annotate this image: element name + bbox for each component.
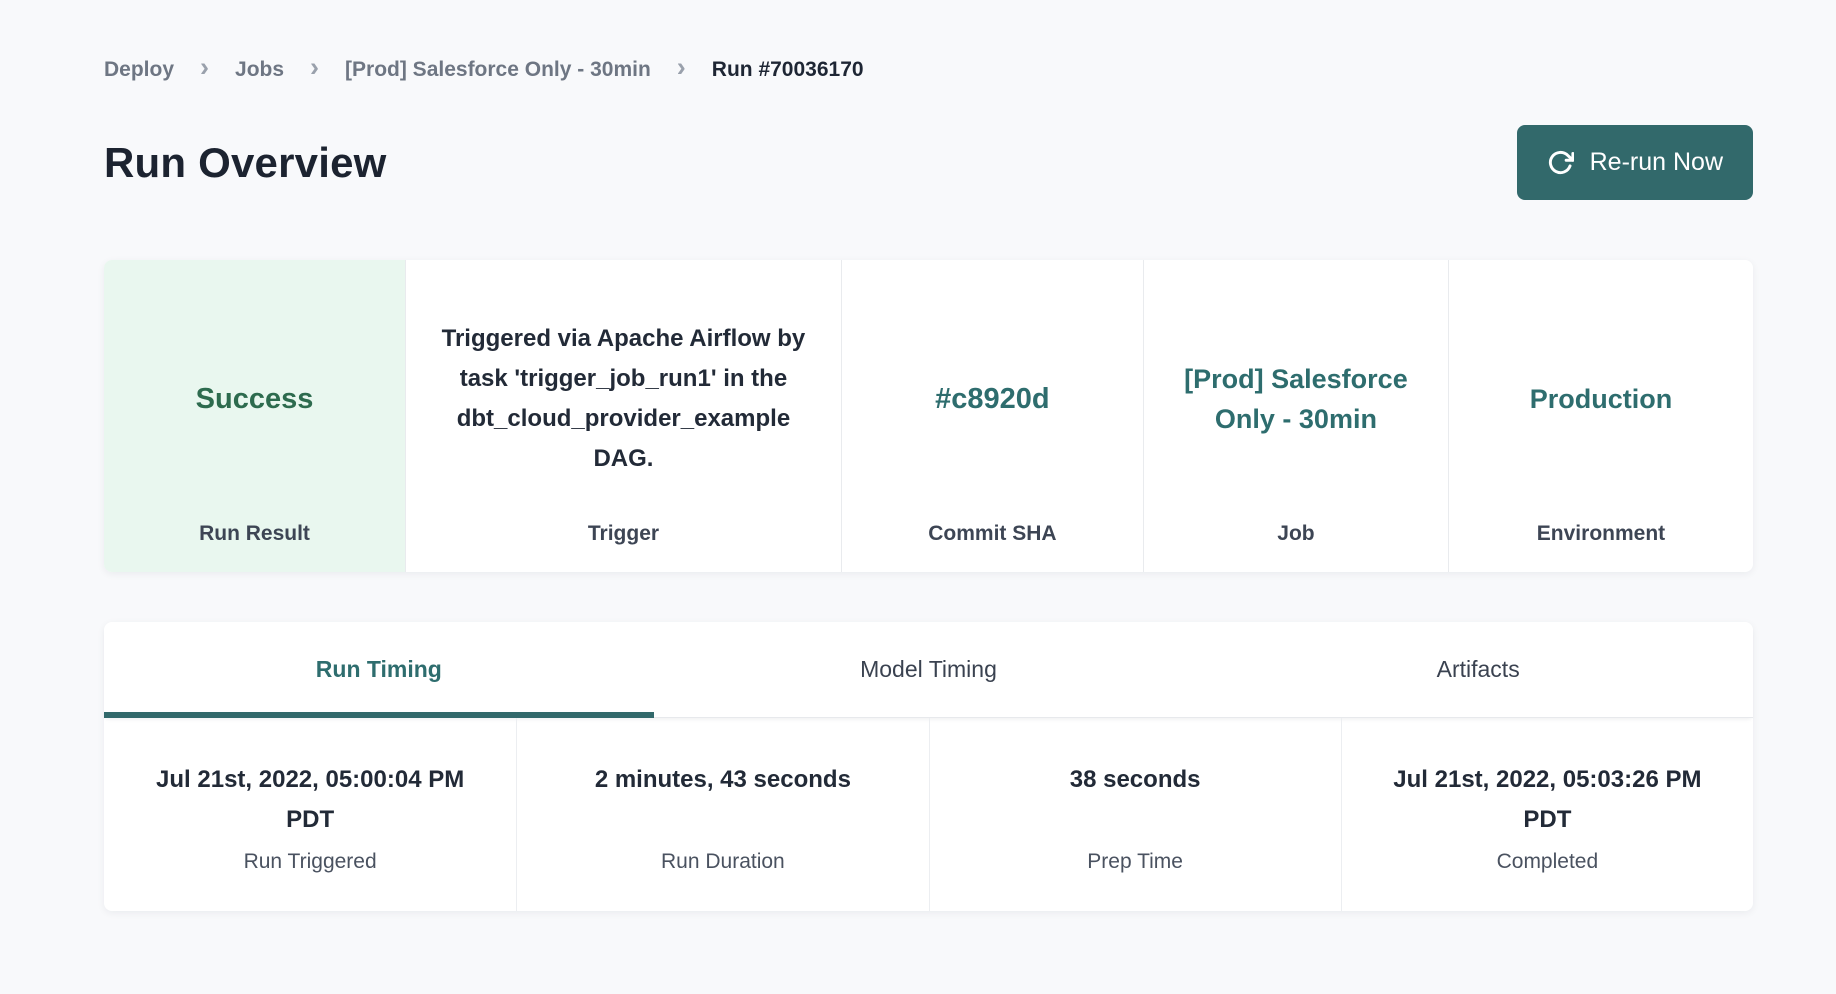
commit-sha-link[interactable]: #c8920d <box>935 379 1050 419</box>
run-result-card: Success Run Result <box>104 260 406 572</box>
chevron-right-icon: › <box>677 54 686 81</box>
job-card: [Prod] Salesforce Only - 30min Job <box>1143 260 1448 572</box>
completed-cell: Jul 21st, 2022, 05:03:26 PM PDT Complete… <box>1341 718 1753 911</box>
run-summary-row: Success Run Result Triggered via Apache … <box>104 260 1753 572</box>
rerun-now-button[interactable]: Re-run Now <box>1517 125 1753 200</box>
breadcrumb-jobs[interactable]: Jobs <box>235 58 284 82</box>
trigger-value: Triggered via Apache Airflow by task 'tr… <box>436 284 811 514</box>
prep-time-label: Prep Time <box>958 850 1313 874</box>
run-result-value: Success <box>134 284 375 514</box>
tab-model-timing[interactable]: Model Timing <box>654 622 1204 717</box>
timing-grid: Jul 21st, 2022, 05:00:04 PM PDT Run Trig… <box>104 718 1753 911</box>
rerun-now-label: Re-run Now <box>1590 148 1723 177</box>
commit-sha-label: Commit SHA <box>872 522 1113 546</box>
job-label: Job <box>1174 522 1418 546</box>
run-duration-cell: 2 minutes, 43 seconds Run Duration <box>516 718 928 911</box>
chevron-right-icon: › <box>310 54 319 81</box>
chevron-right-icon: › <box>200 54 209 81</box>
breadcrumb: Deploy › Jobs › [Prod] Salesforce Only -… <box>104 56 1753 83</box>
tab-artifacts[interactable]: Artifacts <box>1203 622 1753 717</box>
run-triggered-value: Jul 21st, 2022, 05:00:04 PM PDT <box>145 760 475 840</box>
run-timing-card: Run Timing Model Timing Artifacts Jul 21… <box>104 622 1753 911</box>
run-duration-label: Run Duration <box>545 850 900 874</box>
run-result-label: Run Result <box>134 522 375 546</box>
trigger-label: Trigger <box>436 522 811 546</box>
tab-bar: Run Timing Model Timing Artifacts <box>104 622 1753 718</box>
job-link[interactable]: [Prod] Salesforce Only - 30min <box>1174 359 1418 439</box>
breadcrumb-run-number: Run #70036170 <box>712 58 864 82</box>
run-duration-value: 2 minutes, 43 seconds <box>545 760 900 800</box>
trigger-card: Triggered via Apache Airflow by task 'tr… <box>406 260 841 572</box>
environment-card: Production Environment <box>1448 260 1753 572</box>
tab-run-timing[interactable]: Run Timing <box>104 622 654 717</box>
prep-time-cell: 38 seconds Prep Time <box>929 718 1341 911</box>
completed-label: Completed <box>1370 850 1725 874</box>
breadcrumb-deploy[interactable]: Deploy <box>104 58 174 82</box>
commit-sha-card: #c8920d Commit SHA <box>841 260 1143 572</box>
run-triggered-label: Run Triggered <box>132 850 488 874</box>
completed-value: Jul 21st, 2022, 05:03:26 PM PDT <box>1382 760 1712 840</box>
title-row: Run Overview Re-run Now <box>104 125 1753 200</box>
environment-link[interactable]: Production <box>1530 379 1673 419</box>
breadcrumb-job-name[interactable]: [Prod] Salesforce Only - 30min <box>345 58 651 82</box>
run-overview-page: Deploy › Jobs › [Prod] Salesforce Only -… <box>0 0 1836 911</box>
rotate-cw-icon <box>1547 149 1574 176</box>
page-title: Run Overview <box>104 139 387 187</box>
run-triggered-cell: Jul 21st, 2022, 05:00:04 PM PDT Run Trig… <box>104 718 516 911</box>
environment-label: Environment <box>1479 522 1723 546</box>
prep-time-value: 38 seconds <box>958 760 1313 800</box>
